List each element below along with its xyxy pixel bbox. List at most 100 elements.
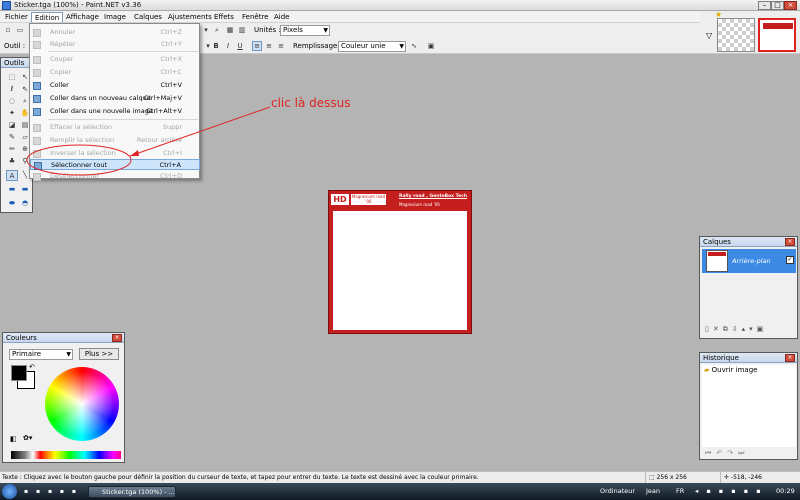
- bold-button[interactable]: B: [211, 41, 221, 51]
- antialias-icon[interactable]: ∿: [409, 41, 419, 51]
- lasso-icon[interactable]: ℓ: [6, 84, 18, 95]
- reset-colors-icon[interactable]: ◧: [10, 435, 17, 443]
- rect-select-icon[interactable]: ⬚: [6, 72, 18, 83]
- menu-item-coller-dans-un-nouveau-calque[interactable]: Coller dans un nouveau calque Ctrl+Maj+V: [30, 93, 200, 104]
- menu-item-selectionner-tout[interactable]: Sélectionner tout Ctrl+A: [30, 159, 200, 170]
- crop-icon[interactable]: ▾: [201, 25, 211, 35]
- paste-icon: [33, 82, 41, 90]
- italic-button[interactable]: I: [223, 41, 233, 51]
- close-button[interactable]: ×: [784, 1, 797, 10]
- color-mode-select[interactable]: Primaire ▼: [9, 349, 73, 360]
- layers-panel-title: Calques: [700, 237, 797, 247]
- properties-icon[interactable]: ▣: [757, 325, 768, 333]
- paintnet-icon: [2, 1, 11, 10]
- redo-icon[interactable]: ↷: [727, 449, 738, 457]
- close-icon[interactable]: ×: [785, 354, 795, 362]
- align-left-icon[interactable]: ≡: [252, 41, 262, 51]
- image-thumbnail-1[interactable]: [717, 18, 755, 52]
- blend-mode-icon[interactable]: ▣: [426, 41, 436, 51]
- start-button[interactable]: [2, 484, 17, 499]
- menu-item-coller-dans-une-nouvelle-image[interactable]: Coller dans une nouvelle image Ctrl+Alt+V: [30, 106, 200, 117]
- menu-item-label: Coller dans un nouveau calque: [50, 94, 151, 102]
- freeform-tool-icon[interactable]: ◓: [19, 198, 31, 209]
- move-up-icon[interactable]: ▴: [742, 325, 750, 333]
- taskbar-paintnet-button[interactable]: Sticker.tga (100%) - ...: [88, 486, 176, 498]
- layer-visible-checkbox[interactable]: ✓: [786, 256, 794, 264]
- minimize-button[interactable]: –: [758, 1, 771, 10]
- menu-image[interactable]: Image: [101, 12, 129, 22]
- fill-select[interactable]: Couleur unie ▼: [338, 41, 406, 52]
- undo-icon: [33, 29, 41, 37]
- deselect-icon: [33, 173, 41, 181]
- chevron-down-icon[interactable]: ▽: [706, 31, 712, 40]
- rounded-rect-tool-icon[interactable]: ▬: [19, 184, 31, 195]
- underline-button[interactable]: U: [235, 41, 245, 51]
- menu-ajustements[interactable]: Ajustements: [165, 12, 215, 22]
- menu-edition[interactable]: Edition: [31, 12, 64, 22]
- image-canvas[interactable]: HD Magnesium road '06 Rally road , Gente…: [328, 190, 472, 334]
- menu-item-coller[interactable]: Coller Ctrl+V: [30, 80, 200, 91]
- zoom-icon[interactable]: ⌕: [212, 25, 222, 35]
- pencil-icon[interactable]: ✏: [6, 144, 18, 155]
- paintbrush-icon[interactable]: ✎: [6, 132, 18, 143]
- menu-item-inverser-la-selection: Inverser la sélection Ctrl+I: [30, 148, 200, 159]
- recolor-icon[interactable]: ♣: [6, 156, 18, 167]
- undo-icon[interactable]: ↶: [716, 449, 727, 457]
- close-icon[interactable]: ×: [785, 238, 795, 246]
- colors-panel-title: Couleurs: [3, 333, 124, 343]
- menu-item-label: Sélectionner tout: [51, 161, 108, 169]
- color-wheel[interactable]: [45, 367, 119, 441]
- magic-wand-icon[interactable]: ✦: [6, 108, 18, 119]
- delete-layer-icon[interactable]: ✕: [713, 325, 723, 333]
- layer-row[interactable]: Arrière-plan ✓: [702, 249, 796, 273]
- menu-effets[interactable]: Effets: [211, 12, 237, 22]
- more-colors-button[interactable]: Plus >>: [79, 348, 119, 360]
- quick-launch[interactable]: ▪ ▪ ▪ ▪ ▪: [24, 486, 84, 498]
- paint-bucket-icon[interactable]: ◪: [6, 120, 18, 131]
- align-center-icon[interactable]: ≡: [264, 41, 274, 51]
- hd-logo: HD: [331, 194, 349, 205]
- units-label: Unités :: [254, 26, 281, 34]
- ruler-icon[interactable]: ▥: [237, 25, 247, 35]
- menu-item-effacer-la-selection: Effacer la sélection Suppr: [30, 122, 200, 133]
- taskbar-user[interactable]: Jean: [646, 487, 660, 495]
- duplicate-layer-icon[interactable]: ⧉: [723, 325, 732, 333]
- menu-fichier[interactable]: Fichier: [2, 12, 31, 22]
- menu-calques[interactable]: Calques: [131, 12, 165, 22]
- add-layer-icon[interactable]: ▯: [705, 325, 713, 333]
- menu-item-shortcut: Ctrl+C: [160, 68, 182, 76]
- last-step-icon[interactable]: ⏭: [738, 449, 749, 457]
- brand-line-1: Rally road , GenteBox Tech: [399, 194, 468, 199]
- sticker-white-area: [333, 211, 467, 330]
- swap-colors-icon[interactable]: ↶: [29, 363, 35, 371]
- maximize-button[interactable]: □: [771, 1, 784, 10]
- align-right-icon[interactable]: ≡: [276, 41, 286, 51]
- units-select[interactable]: Pixels ▼: [280, 25, 330, 36]
- rectangle-tool-icon[interactable]: ▬: [6, 184, 18, 195]
- layer-actions-bar[interactable]: ▯✕⧉⇩▴▾▣: [705, 325, 767, 334]
- grid-icon[interactable]: ▦: [225, 25, 235, 35]
- close-icon[interactable]: ×: [112, 334, 122, 342]
- history-actions-bar[interactable]: ⏮↶↷⏭: [705, 449, 749, 458]
- chevron-down-icon: ▼: [323, 27, 328, 34]
- tray-icons[interactable]: ◂ ▪ ▪ ▪ ▪ ▪: [695, 487, 764, 495]
- open-icon[interactable]: ▭: [15, 25, 25, 35]
- taskbar-computer[interactable]: Ordinateur: [600, 487, 635, 495]
- menu-item-label: Remplir la sélection: [50, 136, 115, 144]
- merge-layer-icon[interactable]: ⇩: [732, 325, 742, 333]
- palette-menu-icon[interactable]: ✿▾: [23, 434, 32, 442]
- language-indicator[interactable]: FR: [676, 487, 684, 495]
- first-step-icon[interactable]: ⏮: [705, 449, 716, 457]
- menu-aide[interactable]: Aide: [271, 12, 292, 22]
- ellipse-tool-icon[interactable]: ⬬: [6, 198, 18, 209]
- color-palette[interactable]: [11, 451, 121, 459]
- image-thumbnail-2[interactable]: [758, 18, 796, 52]
- menu-affichage[interactable]: Affichage: [63, 12, 102, 22]
- new-icon[interactable]: ▫: [3, 25, 13, 35]
- ellipse-select-icon[interactable]: ◌: [6, 96, 18, 107]
- primary-color-swatch[interactable]: [11, 365, 27, 381]
- history-entry[interactable]: ▰ Ouvrir image: [704, 366, 794, 375]
- text-tool-icon[interactable]: A: [6, 170, 18, 181]
- menu-fenetre[interactable]: Fenêtre: [239, 12, 271, 22]
- move-down-icon[interactable]: ▾: [749, 325, 757, 333]
